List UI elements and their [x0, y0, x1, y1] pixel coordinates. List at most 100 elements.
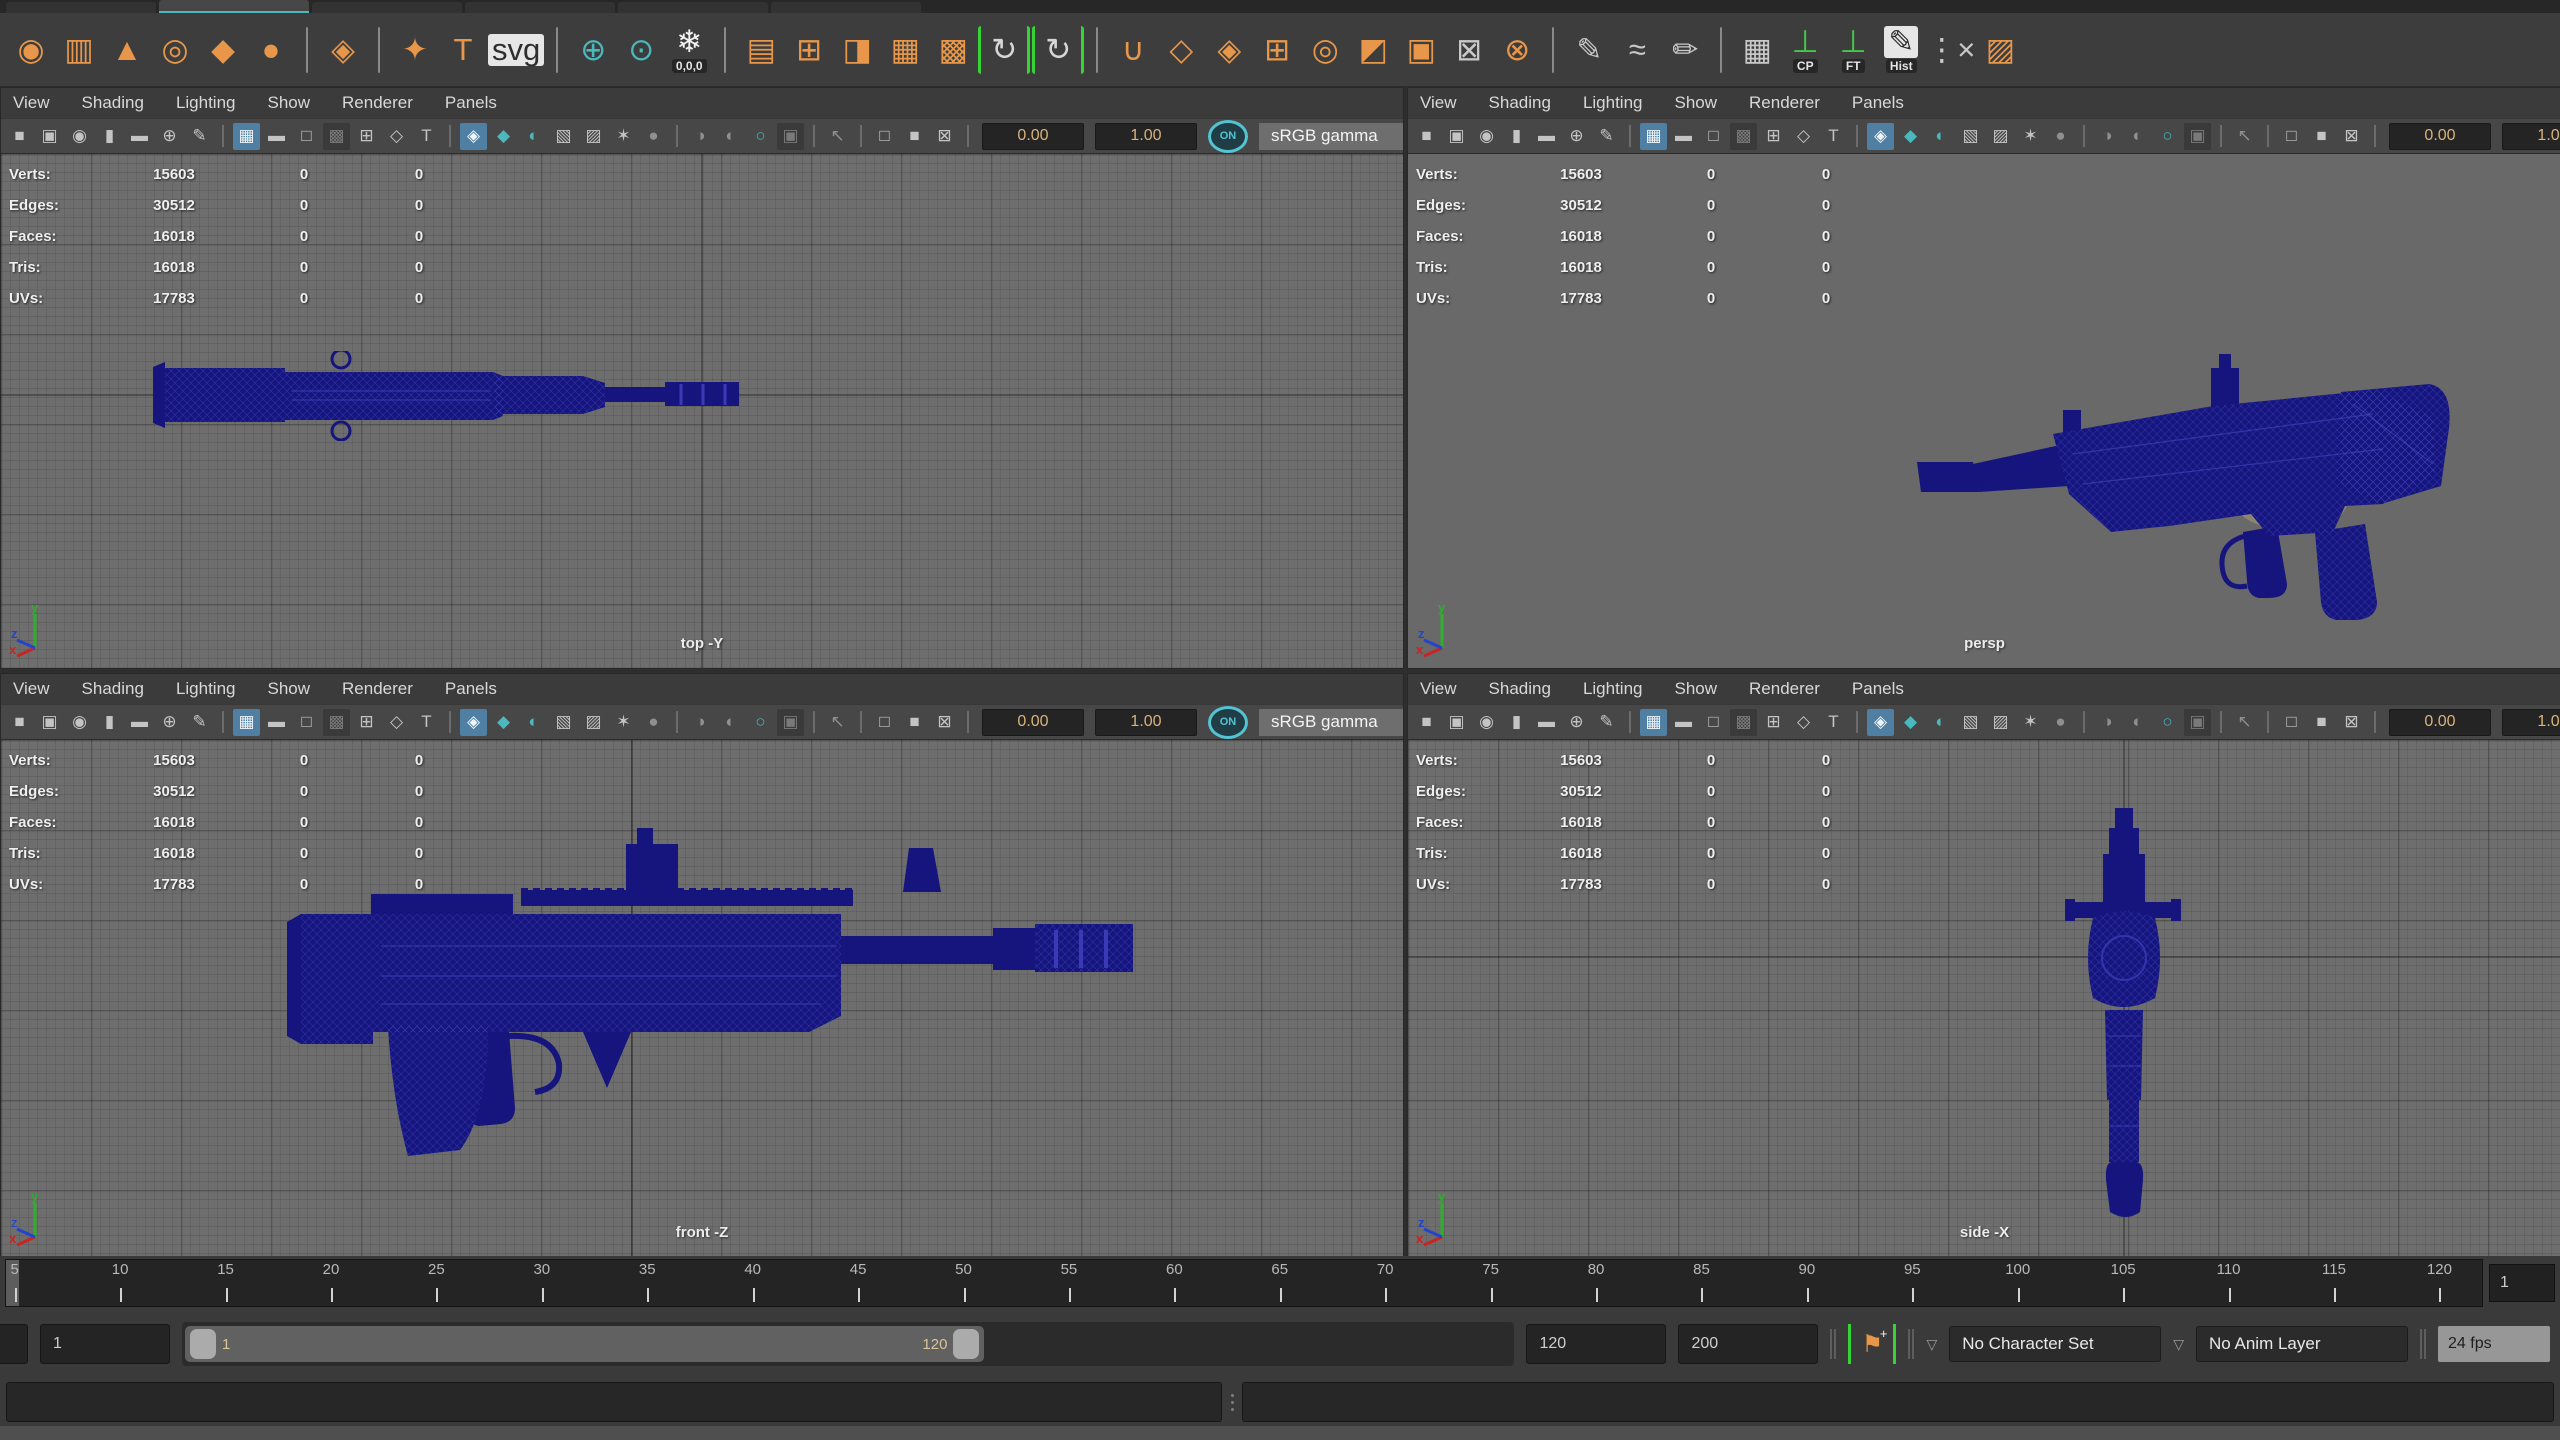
shelf-separator[interactable]: [1552, 27, 1554, 73]
time-reset-icon[interactable]: ⊙: [618, 20, 664, 80]
viewport-persp[interactable]: Verts: 15603 0 0 Edges: 30512 0 0 Faces:: [1408, 153, 2560, 668]
grid-toggle-icon[interactable]: ▦: [233, 123, 260, 150]
panel-menu-item[interactable]: Lighting: [176, 93, 236, 113]
resolution-gate-icon[interactable]: □: [1700, 123, 1727, 150]
isolate-select-icon[interactable]: □: [871, 123, 898, 150]
default-material-icon[interactable]: ▨: [580, 709, 607, 736]
xray-icon[interactable]: ⊠: [2338, 123, 2365, 150]
toolbar-separator[interactable]: [2220, 711, 2222, 733]
wrap-u-icon[interactable]: ↻: [978, 26, 1030, 74]
wireframe-on-shaded-icon[interactable]: ◐: [520, 123, 547, 150]
panel-menu-item[interactable]: Shading: [82, 93, 144, 113]
panel-menu-item[interactable]: Panels: [1852, 93, 1904, 113]
panel-menu-item[interactable]: View: [13, 679, 50, 699]
isolate-select-icon[interactable]: □: [2278, 123, 2305, 150]
default-material-icon[interactable]: ▨: [1987, 123, 2014, 150]
toolbar-separator[interactable]: [2267, 711, 2269, 733]
toolbar-separator[interactable]: [222, 125, 224, 147]
select-highlight-icon[interactable]: ↖: [2231, 123, 2258, 150]
project-icon[interactable]: ⊠: [1446, 20, 1492, 80]
toolbar-separator[interactable]: [222, 711, 224, 733]
safe-action-icon[interactable]: ◇: [1790, 709, 1817, 736]
gate-mask-icon[interactable]: ▩: [323, 123, 350, 150]
range-start-handle[interactable]: [190, 1329, 216, 1359]
shelf-tab[interactable]: [465, 2, 615, 13]
contrast-field[interactable]: 1.00: [2502, 123, 2560, 150]
toolbar-separator[interactable]: [2083, 125, 2085, 147]
isolate-select-icon[interactable]: □: [871, 709, 898, 736]
toolbar-separator[interactable]: [2220, 125, 2222, 147]
resolution-gate-icon[interactable]: □: [293, 709, 320, 736]
film-gate-icon[interactable]: ▬: [263, 709, 290, 736]
poly-cylinder-icon[interactable]: ▥: [56, 20, 102, 80]
lighting-icon[interactable]: ✶: [610, 709, 637, 736]
color-management-toggle[interactable]: ON: [1208, 706, 1248, 739]
shelf-tab[interactable]: [771, 2, 921, 13]
construction-plane-icon[interactable]: ⊕: [570, 20, 616, 80]
isolate-add-icon[interactable]: ■: [2308, 123, 2335, 150]
command-line-input[interactable]: [6, 1382, 1222, 1422]
layout-grip[interactable]: [1908, 1329, 1914, 1359]
safe-title-icon[interactable]: T: [413, 709, 440, 736]
panel-menu-item[interactable]: Panels: [1852, 679, 1904, 699]
field-chart-icon[interactable]: ⊞: [353, 123, 380, 150]
film-gate-icon[interactable]: ▬: [263, 123, 290, 150]
shaded-mode-icon[interactable]: ◆: [1897, 123, 1924, 150]
motion-blur-icon[interactable]: ◐: [717, 709, 744, 736]
panel-menu-item[interactable]: Show: [268, 93, 311, 113]
field-chart-icon[interactable]: ⊞: [1760, 709, 1787, 736]
panel-menu-item[interactable]: Lighting: [176, 679, 236, 699]
xray-icon[interactable]: ⊠: [2338, 709, 2365, 736]
toolbar-separator[interactable]: [860, 125, 862, 147]
panel-menu-item[interactable]: Renderer: [1749, 679, 1820, 699]
bevel-icon[interactable]: ◈: [1206, 20, 1252, 80]
anim-start-field[interactable]: [0, 1324, 28, 1364]
grease-pencil-icon[interactable]: ✎: [186, 709, 213, 736]
bookmark-icon[interactable]: ▮: [96, 709, 123, 736]
edit-edge-flow-icon[interactable]: ≈: [1614, 20, 1660, 80]
shaded-mode-icon[interactable]: ◆: [490, 709, 517, 736]
wireframe-mode-icon[interactable]: ◈: [1867, 123, 1894, 150]
safe-title-icon[interactable]: T: [1820, 709, 1847, 736]
playback-start-field[interactable]: 1: [40, 1324, 170, 1364]
image-plane-icon[interactable]: ▬: [1533, 709, 1560, 736]
motion-blur-icon[interactable]: ◐: [2124, 709, 2151, 736]
bookmark-icon[interactable]: ▮: [1503, 123, 1530, 150]
field-chart-icon[interactable]: ⊞: [1760, 123, 1787, 150]
combine-icon[interactable]: ∪: [1110, 20, 1156, 80]
camera-icon[interactable]: ■: [6, 709, 33, 736]
camera-icon[interactable]: ■: [6, 123, 33, 150]
shelf-tab[interactable]: [312, 2, 462, 13]
camera-lock-icon[interactable]: ▣: [1443, 123, 1470, 150]
panel-menu-item[interactable]: Renderer: [1749, 93, 1820, 113]
grease-pencil-icon[interactable]: ✎: [1593, 709, 1620, 736]
panel-menu-item[interactable]: Renderer: [342, 679, 413, 699]
panel-menu-item[interactable]: Shading: [1489, 679, 1551, 699]
time-slider[interactable]: 5 10 15 20 25: [5, 1259, 2483, 1307]
fps-field[interactable]: 24 fps: [2438, 1326, 2550, 1362]
anti-alias-icon[interactable]: ○: [747, 123, 774, 150]
shelf-separator[interactable]: [724, 27, 726, 73]
toolbar-separator[interactable]: [1856, 125, 1858, 147]
grid-align-icon[interactable]: ▩: [930, 20, 976, 80]
safe-title-icon[interactable]: T: [1820, 123, 1847, 150]
textured-mode-icon[interactable]: ▧: [550, 709, 577, 736]
toolbar-separator[interactable]: [860, 711, 862, 733]
contrast-field[interactable]: 1.00: [1095, 709, 1197, 736]
shelf-separator[interactable]: [1720, 27, 1722, 73]
bookmark-icon[interactable]: ▮: [96, 123, 123, 150]
isolate-add-icon[interactable]: ■: [901, 709, 928, 736]
motion-blur-icon[interactable]: ◐: [717, 123, 744, 150]
motion-blur-icon[interactable]: ◐: [2124, 123, 2151, 150]
command-result-field[interactable]: [1242, 1382, 2554, 1422]
panel-menu-item[interactable]: Panels: [445, 679, 497, 699]
svg-tool-icon[interactable]: svg: [488, 20, 544, 80]
mirror-icon[interactable]: ◨: [834, 20, 880, 80]
shadows-icon[interactable]: ●: [640, 123, 667, 150]
shelf-tab-active[interactable]: [159, 0, 309, 13]
toolbar-separator[interactable]: [813, 125, 815, 147]
color-management-toggle[interactable]: ON: [1208, 120, 1248, 153]
toolbar-separator[interactable]: [676, 711, 678, 733]
toolbar-separator[interactable]: [2374, 125, 2376, 147]
shelf-separator[interactable]: [306, 27, 308, 73]
